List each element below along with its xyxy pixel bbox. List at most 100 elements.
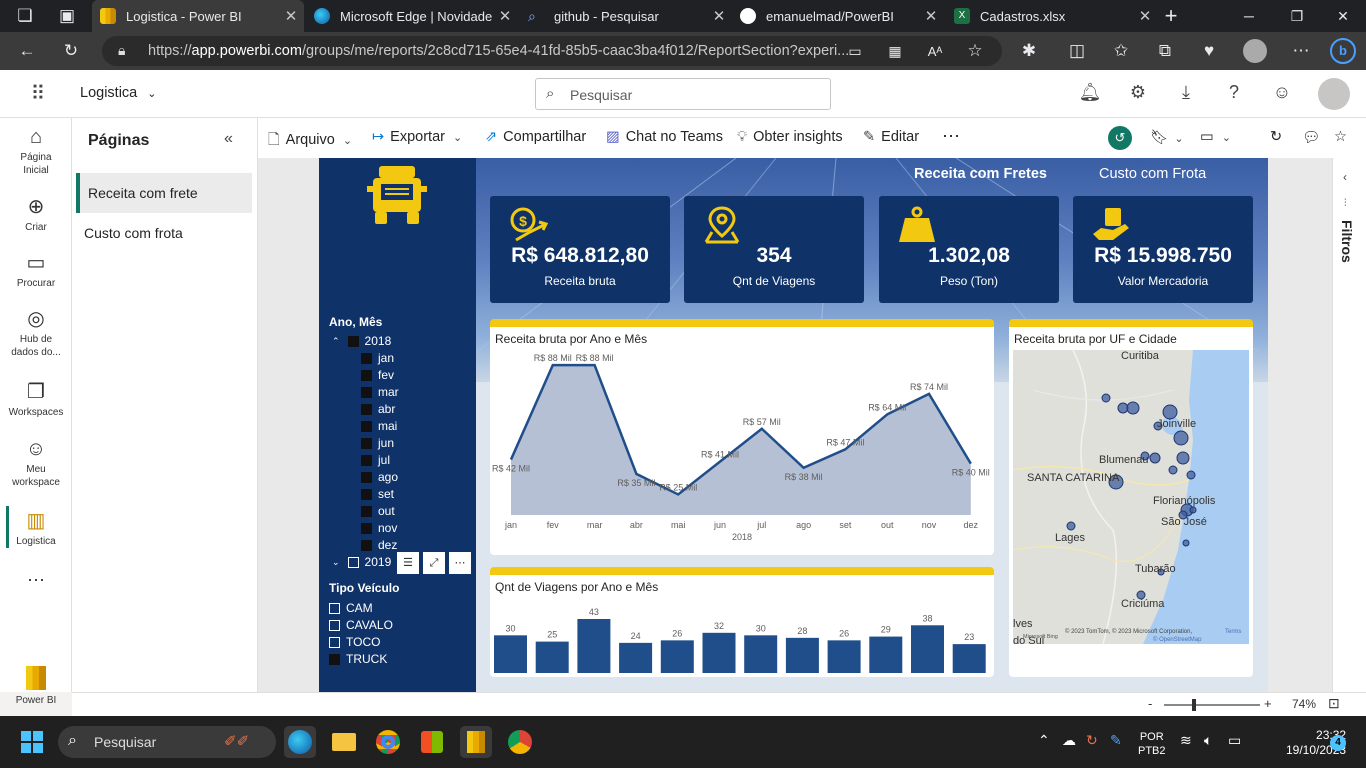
health-icon[interactable]: ♥ [1194, 36, 1224, 66]
checkbox[interactable] [347, 335, 359, 347]
read-aloud-icon[interactable]: Aᴬ [920, 36, 950, 66]
tab-excel[interactable]: X Cadastros.xlsx ✕ [946, 0, 1158, 32]
checkbox[interactable] [361, 369, 372, 381]
back-icon[interactable]: ← [12, 36, 42, 66]
more-options-icon[interactable]: ⋯ [942, 126, 960, 147]
filter-icon[interactable]: ☰ [397, 552, 419, 574]
language-indicator[interactable]: POR PTB2 [1138, 730, 1166, 758]
zoom-in-button[interactable]: + [1264, 696, 1272, 711]
tipo-item-cam[interactable]: CAM [329, 601, 373, 615]
slicer-month-jul[interactable]: jul [361, 453, 390, 467]
map-visual[interactable]: Curitiba Joinville Blumenau SANTA CATARI… [1013, 350, 1249, 644]
chevron-left-icon[interactable]: ‹ [1343, 170, 1347, 184]
checkbox[interactable] [361, 471, 372, 483]
checkbox[interactable] [361, 420, 372, 432]
app-available-icon[interactable]: ▭ [840, 36, 870, 66]
favorite-star-icon[interactable]: ☆ [960, 36, 990, 66]
checkbox[interactable] [361, 454, 372, 466]
nav-my-workspace[interactable]: ☺ Meu workspace [0, 438, 72, 489]
minimize-icon[interactable]: ─ [1226, 0, 1272, 32]
tipo-item-cavalo[interactable]: CAVALO [329, 618, 393, 632]
close-icon[interactable]: ✕ [918, 7, 944, 25]
app-launcher-icon[interactable]: ⠿ [26, 81, 50, 106]
chat-teams-button[interactable]: ▨ Chat no Teams [606, 129, 723, 145]
checkbox[interactable] [329, 602, 340, 614]
nav-workspaces[interactable]: ❐ Workspaces [0, 381, 72, 419]
settings-gear-icon[interactable]: ⚙ [1126, 82, 1150, 103]
checkbox[interactable] [361, 403, 372, 415]
slicer-month-jun[interactable]: jun [361, 436, 394, 450]
close-icon[interactable]: ✕ [492, 7, 518, 25]
notification-badge[interactable]: 4 [1330, 735, 1346, 751]
apps-icon[interactable]: ▦ [880, 36, 910, 66]
tab-powerbi[interactable]: Logistica - Power BI ✕ [92, 0, 304, 32]
page-item-receita[interactable]: Receita com frete [76, 173, 252, 213]
slicer-month-ago[interactable]: ago [361, 470, 398, 484]
slicer-month-jan[interactable]: jan [361, 351, 394, 365]
viagens-chart-card[interactable]: Qnt de Viagens por Ano e Mês 30 25 43 24 26 3… [490, 567, 994, 677]
edge-taskbar-icon[interactable] [284, 726, 316, 758]
nav-browse[interactable]: ▭ Procurar [0, 252, 72, 290]
tipo-item-truck[interactable]: TRUCK [329, 652, 387, 666]
tray-app2-icon[interactable]: ✎ [1110, 732, 1122, 749]
user-avatar[interactable] [1318, 78, 1350, 110]
checkbox[interactable] [361, 539, 372, 551]
slicer-month-mai[interactable]: mai [361, 419, 397, 433]
tab-edge-news[interactable]: Microsoft Edge | Novidades ✕ [306, 0, 518, 32]
slicer-month-nov[interactable]: nov [361, 521, 397, 535]
extensions-icon[interactable]: ✱ [1014, 36, 1044, 66]
more-menu-icon[interactable]: ⋯ [1286, 36, 1316, 66]
nav-home[interactable]: ⌂ Página Inicial [0, 126, 72, 177]
more-options-icon[interactable]: ⋯ [449, 552, 471, 574]
powerbi-taskbar-icon[interactable] [460, 726, 492, 758]
slicer-month-dez[interactable]: dez [361, 538, 397, 552]
arquivo-menu[interactable]: 🗋︎ Arquivo ⌄ [268, 129, 358, 154]
nav-create[interactable]: ⊕ Criar [0, 196, 72, 234]
new-tab-icon[interactable]: + [1156, 1, 1186, 31]
workspace-dropdown[interactable]: Logistica ⌄ [80, 85, 156, 101]
nav-more[interactable]: ⋯ [0, 571, 72, 589]
tab-github-search[interactable]: ⌕ github - Pesquisar ✕ [520, 0, 732, 32]
zoom-level[interactable]: 74% [1292, 697, 1316, 711]
collapse-pane-icon[interactable]: « [224, 130, 233, 148]
taskbar-search[interactable]: ⌕ Pesquisar ✐✐ [58, 726, 276, 758]
download-icon[interactable]: ⤓ [1174, 82, 1198, 103]
vertical-tabs-icon[interactable]: ▣ [52, 1, 82, 31]
store-icon[interactable] [416, 726, 448, 758]
exportar-menu[interactable]: ↦ Exportar ⌄ [372, 129, 468, 145]
checkbox[interactable] [347, 556, 359, 568]
tipo-item-toco[interactable]: TOCO [329, 635, 380, 649]
obter-insights-button[interactable]: 💡︎ Obter insights [737, 129, 843, 145]
window-close-icon[interactable]: ✕ [1320, 0, 1366, 32]
checkbox[interactable] [361, 352, 372, 364]
checkbox[interactable] [361, 488, 372, 500]
feedback-icon[interactable]: ☺ [1270, 82, 1294, 103]
nav-powerbi-home[interactable]: Power BI [0, 666, 72, 707]
receita-chart-card[interactable]: Receita bruta por Ano e Mês R$ 42 Mil jan… [490, 319, 994, 555]
slicer-year-2019[interactable]: ⌄ 2019 [332, 555, 391, 569]
nav-custo-frota[interactable]: Custo com Frota [1099, 166, 1206, 182]
help-icon[interactable]: ? [1222, 82, 1246, 103]
page-item-custo[interactable]: Custo com frota [76, 214, 252, 254]
zoom-thumb[interactable] [1192, 699, 1196, 711]
compartilhar-button[interactable]: ⇗ Compartilhar [485, 129, 586, 145]
slicer-month-set[interactable]: set [361, 487, 394, 501]
chrome-icon[interactable] [372, 726, 404, 758]
zoom-slider[interactable] [1164, 699, 1260, 711]
battery-icon[interactable]: ▭ [1228, 732, 1241, 749]
zoom-out-button[interactable]: - [1148, 696, 1152, 711]
profile-avatar-icon[interactable] [1240, 36, 1270, 66]
slicer-year-2018[interactable]: ⌃ 2018 [332, 334, 391, 348]
tab-github-repo[interactable]: emanuelmad/PowerBI ✕ [732, 0, 944, 32]
slicer-month-fev[interactable]: fev [361, 368, 394, 382]
refresh-icon[interactable]: ↻ [56, 36, 86, 66]
filters-pane[interactable]: ‹ ⫶ Filtros [1332, 158, 1366, 692]
chevron-up-icon[interactable]: ⌃ [332, 336, 340, 347]
checkbox[interactable] [329, 636, 340, 648]
slicer-month-out[interactable]: out [361, 504, 395, 518]
file-explorer-icon[interactable] [328, 726, 360, 758]
checkbox[interactable] [361, 437, 372, 449]
volume-icon[interactable]: 🔈︎ [1204, 732, 1212, 749]
nav-receita-fretes[interactable]: Receita com Fretes [914, 166, 1047, 182]
favorite-icon[interactable]: ☆ [1334, 129, 1347, 145]
